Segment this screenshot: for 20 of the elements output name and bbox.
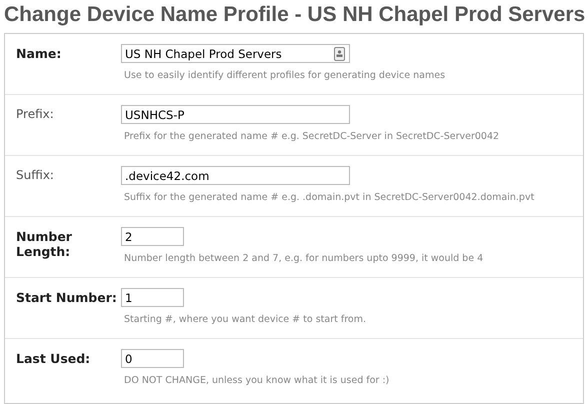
input-field[interactable]: 0 bbox=[121, 349, 184, 368]
hint-text: DO NOT CHANGE, unless you know what it is used for :) bbox=[123, 375, 390, 386]
field-label: Start Number: bbox=[15, 289, 118, 307]
input-field[interactable]: .device42.com bbox=[121, 166, 350, 185]
hint-text: Use to easily identify different profiles for generating device names bbox=[123, 70, 446, 81]
field-label: Number Length: bbox=[15, 228, 73, 261]
hint-text: Suffix for the generated name # e.g. .domain.pvt in SecretDC-Server0042.domain.pvt bbox=[123, 192, 534, 203]
field-label: Last Used: bbox=[15, 350, 92, 368]
field-label: Name: bbox=[15, 45, 62, 63]
field-label: Prefix: bbox=[15, 106, 55, 123]
page-title: Change Device Name Profile - US NH Chapel Prod Servers bbox=[4, 2, 584, 28]
input-field[interactable]: US NH Chapel Prod Servers bbox=[121, 44, 350, 63]
input-field[interactable]: 1 bbox=[121, 288, 184, 307]
input-field[interactable]: USNHCS-P bbox=[121, 105, 350, 124]
field-label: Suffix: bbox=[15, 167, 55, 184]
input-field[interactable]: 2 bbox=[121, 227, 184, 246]
hint-text: Starting #, where you want device # to start from. bbox=[123, 314, 366, 325]
hint-text: Number length between 2 and 7, e.g. for numbers upto 9999, it would be 4 bbox=[123, 253, 484, 264]
hint-text: Prefix for the generated name # e.g. SecretDC-Server in SecretDC-Server0042 bbox=[123, 131, 500, 142]
contact-card-icon[interactable] bbox=[334, 46, 345, 60]
